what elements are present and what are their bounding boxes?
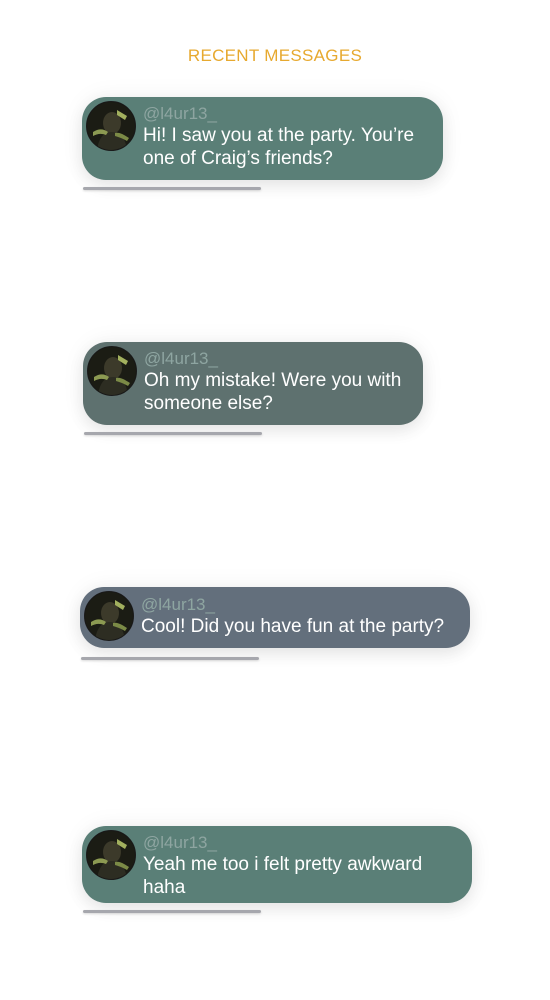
person-photo-icon <box>85 592 133 640</box>
message-text: Hi! I saw you at the party. You’re one o… <box>143 125 415 169</box>
message-handle: @l4ur13_ <box>143 104 217 123</box>
message-handle: @l4ur13_ <box>141 595 215 614</box>
page-title: RECENT MESSAGES <box>187 46 363 65</box>
message-divider <box>81 657 259 660</box>
message-divider <box>83 187 261 190</box>
avatar <box>86 101 136 151</box>
message-text: Cool! Did you have fun at the party? <box>141 616 445 637</box>
message-handle: @l4ur13_ <box>143 833 217 852</box>
message-handle: @l4ur13_ <box>144 349 218 368</box>
message-bubble[interactable]: @l4ur13_ Hi! I saw you at the party. You… <box>82 97 443 180</box>
message-text: Oh my mistake! Were you with someone els… <box>144 370 402 414</box>
person-photo-icon <box>88 347 136 395</box>
message-bubble[interactable]: @l4ur13_ Yeah me too i felt pretty awkwa… <box>82 826 472 903</box>
message-bubble[interactable]: @l4ur13_ Oh my mistake! Were you with so… <box>83 342 423 425</box>
person-photo-icon <box>87 102 135 150</box>
message-divider <box>84 432 262 435</box>
message-text: Yeah me too i felt pretty awkward haha <box>143 854 423 898</box>
person-photo-icon <box>87 831 135 879</box>
avatar <box>84 591 134 641</box>
message-bubble[interactable]: @l4ur13_ Cool! Did you have fun at the p… <box>80 587 470 648</box>
avatar <box>86 830 136 880</box>
message-divider <box>83 910 261 913</box>
avatar <box>87 346 137 396</box>
